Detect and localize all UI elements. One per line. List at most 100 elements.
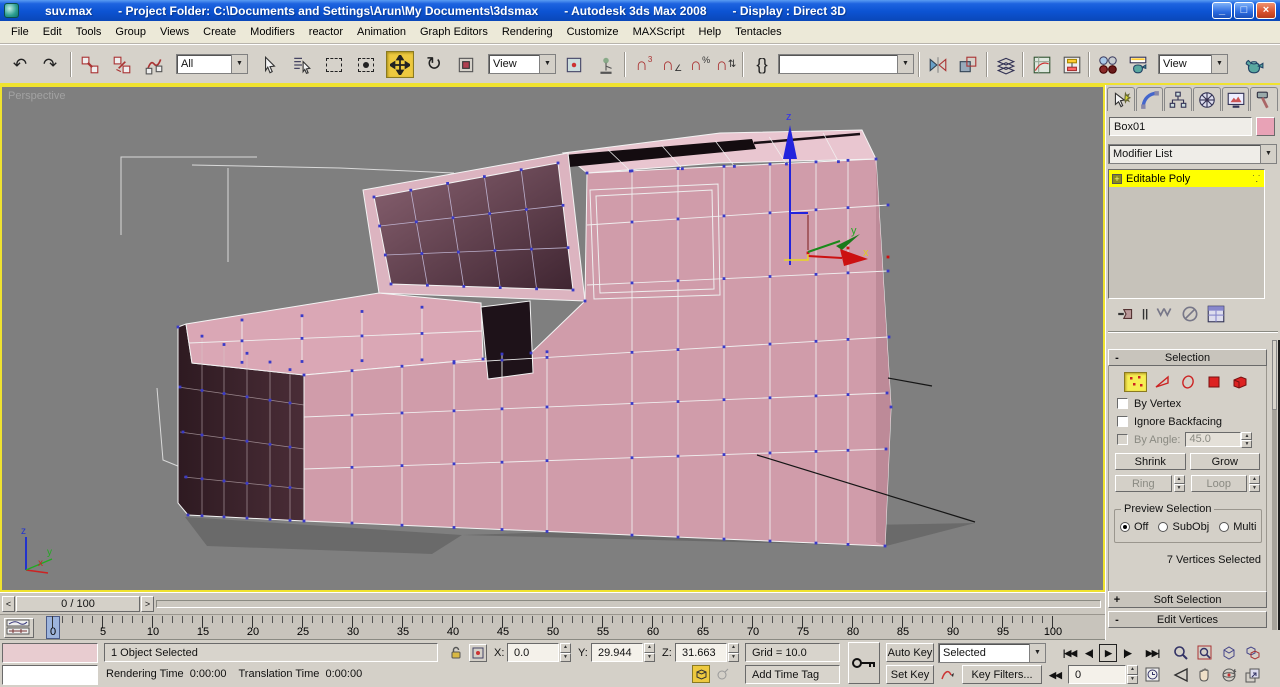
curve-editor-icon[interactable]	[1028, 51, 1056, 78]
show-end-result-icon[interactable]: ||	[1142, 308, 1148, 320]
time-slider-handle[interactable]: 0 / 100	[16, 596, 140, 612]
next-frame-button[interactable]: |▶	[1119, 644, 1135, 662]
shrink-button[interactable]: Shrink	[1115, 453, 1186, 470]
field-of-view-icon[interactable]	[1170, 665, 1191, 685]
select-and-move-icon[interactable]	[386, 51, 414, 78]
maxscript-mini-listener-input[interactable]	[2, 665, 98, 685]
time-configuration-icon[interactable]	[1143, 665, 1162, 684]
scrollbar-thumb[interactable]	[1272, 340, 1277, 410]
undo-icon[interactable]: ↶	[6, 51, 34, 78]
suv-model[interactable]	[177, 129, 892, 547]
selection-lock-icon[interactable]	[447, 644, 465, 662]
x-spinner[interactable]: ▲ ▼	[560, 643, 571, 662]
ignore-backfacing-checkbox[interactable]: Ignore Backfacing	[1117, 415, 1266, 428]
menu-tentacles[interactable]: Tentacles	[728, 23, 788, 41]
go-to-start-button[interactable]: |◀◀	[1060, 644, 1079, 662]
time-slider-next-button[interactable]: >	[141, 596, 154, 612]
menu-group[interactable]: Group	[108, 23, 153, 41]
z-spinner[interactable]: ▲ ▼	[728, 643, 739, 662]
select-and-rotate-icon[interactable]: ↻	[420, 51, 448, 78]
bind-to-spacewarp-icon[interactable]	[140, 51, 168, 78]
select-by-name-icon[interactable]	[288, 51, 316, 78]
time-slider-track[interactable]	[156, 600, 1101, 608]
y-spinner[interactable]: ▲ ▼	[644, 643, 655, 662]
make-unique-icon[interactable]	[1154, 304, 1174, 324]
pan-hand-icon[interactable]	[1194, 665, 1215, 685]
snaps-toggle-icon[interactable]: ∩ 3	[630, 51, 658, 78]
polygon-subobject-icon[interactable]	[1202, 372, 1225, 392]
x-coordinate-field[interactable]: 0.0	[507, 643, 559, 662]
absolute-offset-mode-icon[interactable]	[469, 644, 487, 662]
menu-help[interactable]: Help	[692, 23, 729, 41]
named-selection-sets-icon[interactable]: {}	[748, 51, 776, 78]
material-editor-icon[interactable]	[1094, 51, 1122, 78]
close-button[interactable]: ×	[1256, 2, 1276, 19]
tab-motion[interactable]	[1193, 87, 1221, 111]
grow-button[interactable]: Grow	[1189, 453, 1260, 470]
maximize-viewport-toggle-icon[interactable]	[1242, 665, 1263, 685]
modifier-list-dropdown[interactable]: Modifier List ▼	[1108, 144, 1277, 164]
object-color-swatch[interactable]	[1256, 117, 1275, 136]
menu-maxscript[interactable]: MAXScript	[626, 23, 692, 41]
menu-rendering[interactable]: Rendering	[495, 23, 560, 41]
menu-views[interactable]: Views	[153, 23, 196, 41]
tab-create[interactable]	[1107, 87, 1135, 111]
menu-animation[interactable]: Animation	[350, 23, 413, 41]
reference-coordinate-system-dropdown[interactable]: View ▼	[488, 54, 556, 74]
quick-render-icon[interactable]	[1240, 51, 1268, 78]
tab-display[interactable]	[1221, 87, 1250, 111]
mirror-icon[interactable]	[924, 51, 952, 78]
configure-modifier-sets-icon[interactable]	[1206, 304, 1226, 324]
maximize-button[interactable]: □	[1234, 2, 1254, 19]
frame-spinner[interactable]: ▲ ▼	[1127, 665, 1138, 684]
soft-selection-rollout-header[interactable]: + Soft Selection	[1108, 591, 1267, 608]
expand-icon[interactable]: +	[1112, 173, 1122, 184]
previous-frame-button[interactable]: ◀|	[1081, 644, 1097, 662]
render-setup-icon[interactable]	[1124, 51, 1152, 78]
loop-spinner[interactable]: ▲ ▼	[1249, 475, 1260, 492]
tab-utilities[interactable]	[1250, 87, 1279, 111]
redo-icon[interactable]: ↷	[36, 51, 64, 78]
perspective-viewport[interactable]: z y x z x y Perspective	[0, 85, 1105, 592]
current-frame-field[interactable]: 0	[1068, 665, 1126, 684]
border-subobject-icon[interactable]	[1176, 372, 1199, 392]
viewport-label[interactable]: Perspective	[8, 90, 65, 102]
key-selection-dropdown[interactable]: Selected ▼	[938, 643, 1046, 663]
menu-customize[interactable]: Customize	[560, 23, 626, 41]
auto-key-button[interactable]: Auto Key	[886, 643, 934, 662]
by-angle-spinner[interactable]: ▲ ▼	[1241, 432, 1253, 448]
unlink-selection-icon[interactable]	[108, 51, 136, 78]
menu-create[interactable]: Create	[196, 23, 243, 41]
loop-button[interactable]: Loop	[1190, 475, 1247, 492]
window-crossing-toggle-icon[interactable]	[352, 51, 380, 78]
edit-vertices-rollout-header[interactable]: - Edit Vertices	[1108, 611, 1267, 628]
ring-spinner[interactable]: ▲ ▼	[1173, 475, 1185, 492]
notification-icon[interactable]	[713, 665, 731, 683]
element-subobject-icon[interactable]	[1228, 372, 1251, 392]
select-object-icon[interactable]	[256, 51, 284, 78]
select-and-link-icon[interactable]	[76, 51, 104, 78]
selection-filter-dropdown[interactable]: All ▼	[176, 54, 248, 74]
remove-modifier-icon[interactable]	[1180, 304, 1200, 324]
menu-edit[interactable]: Edit	[36, 23, 69, 41]
zoom-extents-icon[interactable]	[1218, 643, 1239, 663]
align-icon[interactable]	[954, 51, 982, 78]
preview-subobj-radio[interactable]	[1158, 522, 1169, 532]
select-and-scale-icon[interactable]	[452, 51, 480, 78]
menu-graph-editors[interactable]: Graph Editors	[413, 23, 495, 41]
time-slider-prev-button[interactable]: <	[2, 596, 15, 612]
layer-manager-icon[interactable]	[992, 51, 1020, 78]
track-bar[interactable]: 0 5 10 15 20 25 30 35 40 45 50 55 60 65 …	[0, 614, 1105, 640]
render-type-dropdown[interactable]: View ▼	[1158, 54, 1228, 74]
schematic-view-icon[interactable]	[1058, 51, 1086, 78]
panel-scrollbar[interactable]	[1272, 340, 1277, 630]
named-selection-dropdown[interactable]: ▼	[778, 54, 914, 74]
preview-off-radio[interactable]	[1120, 522, 1130, 532]
select-and-manipulate-icon[interactable]	[592, 51, 620, 78]
edge-subobject-icon[interactable]	[1150, 372, 1173, 392]
object-name-field[interactable]: Box01	[1109, 117, 1252, 136]
menu-modifiers[interactable]: Modifiers	[243, 23, 302, 41]
preview-multi-radio[interactable]	[1219, 522, 1230, 532]
by-vertex-checkbox[interactable]: By Vertex	[1117, 397, 1266, 410]
by-angle-checkbox[interactable]: By Angle: 45.0 ▲ ▼	[1117, 432, 1266, 448]
